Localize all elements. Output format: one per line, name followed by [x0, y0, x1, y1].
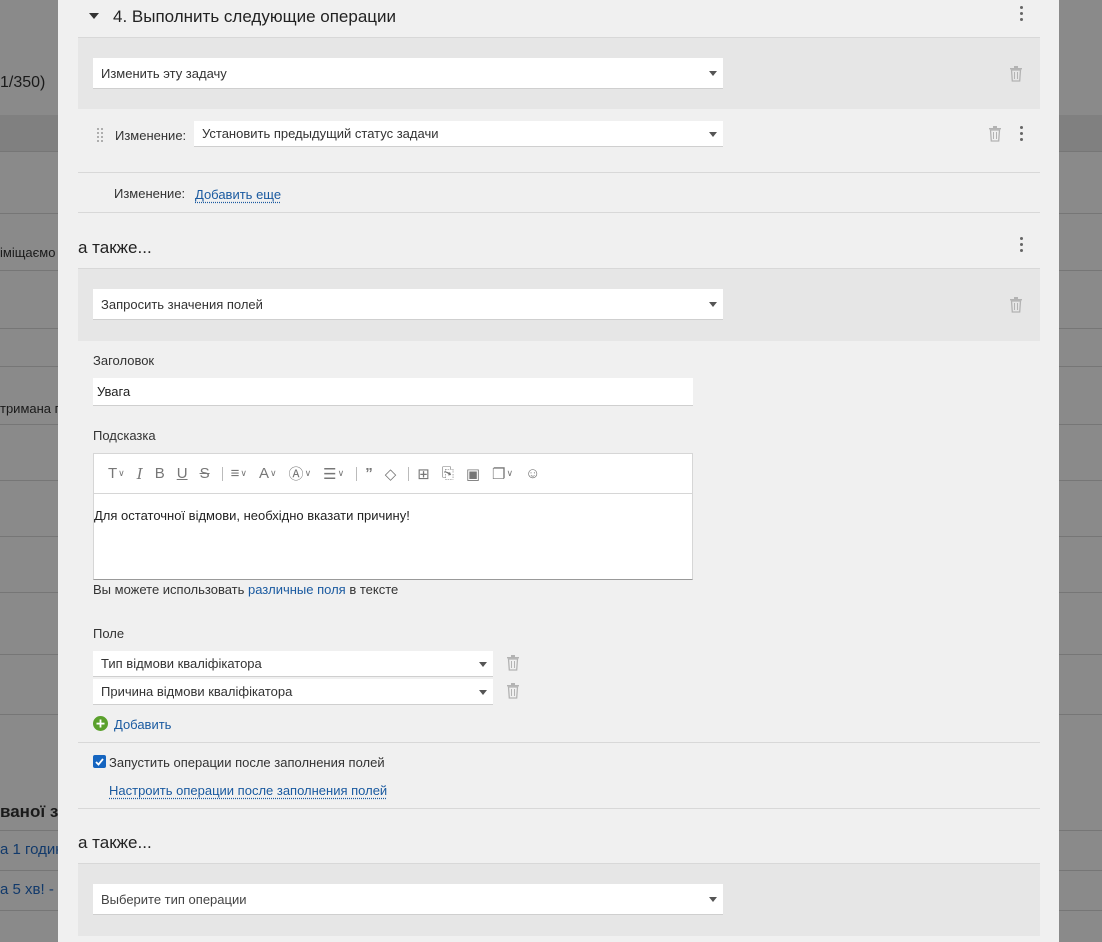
bg-link-row1[interactable]: а 1 годин	[0, 841, 64, 858]
quote-icon[interactable]: ”	[365, 465, 373, 482]
bg-counter: 1/350)	[0, 74, 46, 91]
add-circle-icon[interactable]	[93, 716, 108, 731]
strikethrough-icon[interactable]: S	[200, 465, 210, 482]
drag-handle-icon[interactable]	[97, 128, 103, 142]
configure-link[interactable]: Настроить операции после заполнения поле…	[109, 783, 387, 798]
change-menu-kebab-icon[interactable]	[1020, 126, 1024, 142]
collapse-caret-icon[interactable]	[89, 13, 99, 19]
font-color-icon[interactable]: A ∨	[259, 465, 277, 482]
field-select-2[interactable]: Причина відмови кваліфікатора	[93, 679, 493, 705]
operation-type-select[interactable]: Выберите тип операции	[93, 884, 723, 915]
bg-text-row1: іміщаємо й	[0, 245, 67, 260]
bg-text-row2: тримана п	[0, 401, 62, 416]
trash-icon[interactable]	[988, 126, 1002, 142]
text-style-icon[interactable]: T ∨	[108, 465, 125, 482]
table-icon[interactable]: ⊞	[417, 465, 430, 483]
change-select[interactable]: Установить предыдущий статус задачи	[194, 121, 723, 147]
chevron-down-icon	[709, 302, 717, 307]
trash-icon[interactable]	[1009, 66, 1023, 82]
also-title-1: а также...	[78, 238, 152, 257]
run-after-label[interactable]: Запустить операции после заполнения поле…	[109, 755, 385, 770]
attach-icon[interactable]: ⎘	[442, 465, 454, 482]
emoji-icon[interactable]: ☺	[525, 465, 540, 482]
editor-toolbar: T ∨ I B U S ≡ ∨ A ∨ Ⓐ ∨ ☰ ∨ ” ◇ ⊞ ⎘ ▣ ❐ ∨ ☺	[93, 453, 693, 494]
clear-format-icon[interactable]: ◇	[385, 465, 397, 483]
change-label: Изменение:	[115, 128, 187, 143]
request-fields-select[interactable]: Запросить значения полей	[93, 289, 723, 320]
trash-icon[interactable]	[506, 683, 520, 699]
bookmark-icon[interactable]: ❐ ∨	[492, 465, 513, 483]
add-field-link[interactable]: Добавить	[114, 717, 171, 732]
add-more-link[interactable]: Добавить еще	[195, 187, 281, 202]
align-icon[interactable]: ≡ ∨	[231, 465, 247, 482]
chevron-down-icon	[479, 661, 487, 667]
file-icon[interactable]: ▣	[466, 465, 480, 483]
checkmark-icon	[95, 757, 104, 766]
step-menu-kebab-icon[interactable]	[1020, 6, 1024, 22]
step-title: 4. Выполнить следующие операции	[113, 7, 396, 26]
hint-label: Подсказка	[93, 428, 156, 443]
title-label: Заголовок	[93, 353, 155, 368]
chevron-down-icon	[709, 897, 717, 902]
chevron-down-icon	[709, 71, 717, 76]
chevron-down-icon	[479, 689, 487, 695]
field-select-1[interactable]: Тип відмови кваліфікатора	[93, 651, 493, 677]
highlight-icon[interactable]: Ⓐ ∨	[289, 463, 312, 484]
also-title-2: а также...	[78, 833, 152, 852]
operations-modal: 4. Выполнить следующие операции Изменить…	[58, 0, 1059, 942]
also-menu-kebab-icon[interactable]	[1020, 237, 1024, 253]
underline-icon[interactable]: U	[177, 465, 188, 482]
hint-editor[interactable]: Для остаточної відмови, необхідно вказат…	[93, 494, 693, 580]
bold-icon[interactable]: B	[155, 465, 165, 482]
italic-icon[interactable]: I	[137, 465, 143, 483]
run-after-checkbox[interactable]	[93, 755, 106, 768]
trash-icon[interactable]	[506, 655, 520, 671]
fields-label: Поле	[93, 626, 125, 641]
operation-select[interactable]: Изменить эту задачу	[93, 58, 723, 89]
trash-icon[interactable]	[1009, 297, 1023, 313]
hint-note: Вы можете использовать различные поля в …	[93, 582, 399, 597]
chevron-down-icon	[709, 131, 717, 137]
title-input[interactable]: Увага	[93, 378, 693, 406]
list-icon[interactable]: ☰ ∨	[323, 465, 344, 483]
add-change-label: Изменение:	[114, 186, 186, 201]
various-fields-link[interactable]: различные поля	[248, 582, 346, 597]
